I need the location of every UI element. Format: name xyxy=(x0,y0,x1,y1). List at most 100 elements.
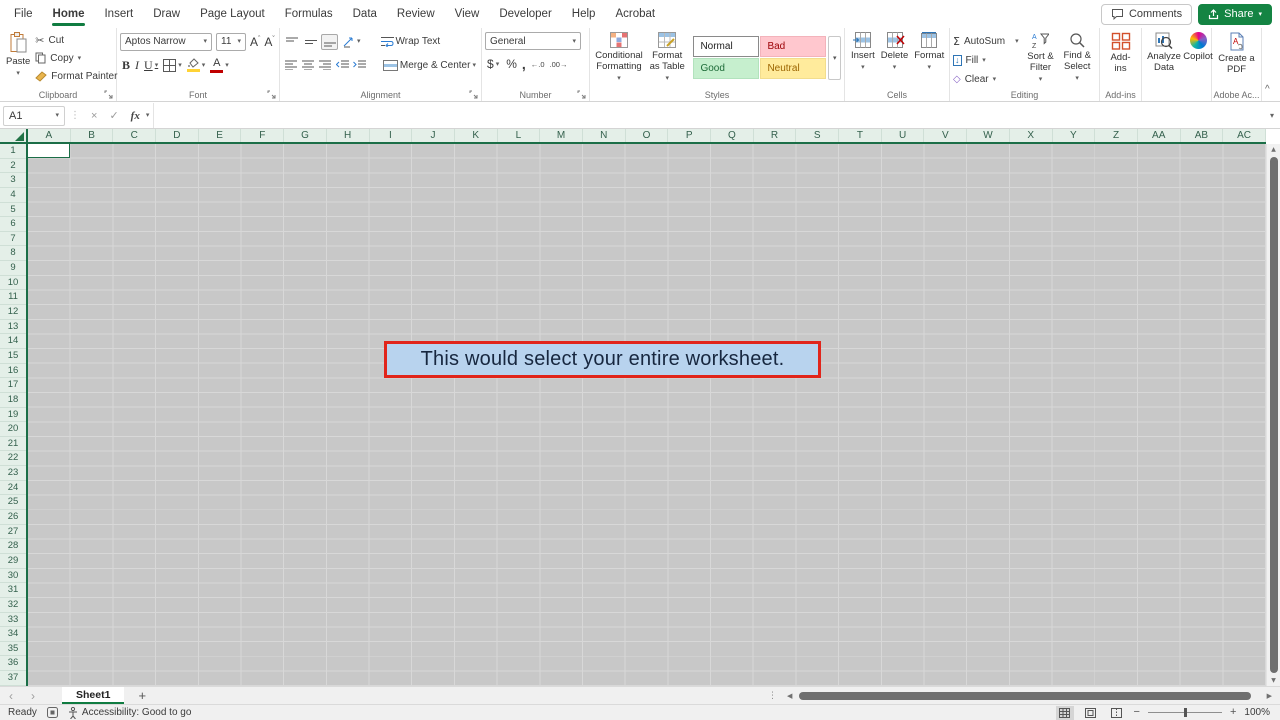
column-header-g[interactable]: G xyxy=(284,129,327,142)
row-header-14[interactable]: 14 xyxy=(0,334,26,349)
menu-tab-formulas[interactable]: Formulas xyxy=(275,0,343,28)
column-header-s[interactable]: S xyxy=(796,129,840,142)
row-header-5[interactable]: 5 xyxy=(0,203,26,218)
row-header-22[interactable]: 22 xyxy=(0,451,26,467)
align-left-button[interactable] xyxy=(283,57,298,73)
format-painter-button[interactable]: Format Painter xyxy=(35,67,117,85)
menu-tab-page-layout[interactable]: Page Layout xyxy=(190,0,275,28)
comma-style-button[interactable]: , xyxy=(522,56,526,72)
menu-tab-insert[interactable]: Insert xyxy=(94,0,143,28)
analyze-data-button[interactable]: Analyze Data xyxy=(1145,31,1183,88)
conditional-formatting-button[interactable]: Conditional Formatting ▾ xyxy=(593,31,645,88)
column-header-m[interactable]: M xyxy=(540,129,583,142)
create-pdf-button[interactable]: A Create a PDF xyxy=(1215,31,1258,88)
decrease-indent-button[interactable] xyxy=(335,57,350,73)
new-sheet-button[interactable]: + xyxy=(124,688,160,703)
number-format-select[interactable]: General ▾ xyxy=(485,32,581,50)
collapse-ribbon-button[interactable]: ^ xyxy=(1265,84,1270,95)
column-header-z[interactable]: Z xyxy=(1095,129,1138,142)
formula-input[interactable] xyxy=(153,103,1264,128)
formula-bar-drag-handle[interactable]: ⋮ xyxy=(65,110,85,121)
clear-button[interactable]: ◇ Clear ▾ xyxy=(953,70,1019,88)
addins-button[interactable]: Add-ins xyxy=(1103,31,1138,88)
percent-style-button[interactable]: % xyxy=(506,57,517,71)
column-header-e[interactable]: E xyxy=(199,129,242,142)
row-header-21[interactable]: 21 xyxy=(0,437,26,452)
cell-style-normal[interactable]: Normal xyxy=(693,36,760,57)
row-header-7[interactable]: 7 xyxy=(0,232,26,247)
column-header-h[interactable]: H xyxy=(327,129,370,142)
delete-cells-button[interactable]: Delete ▾ xyxy=(878,31,911,88)
column-header-i[interactable]: I xyxy=(370,129,413,142)
align-middle-button[interactable] xyxy=(302,34,319,50)
row-header-10[interactable]: 10 xyxy=(0,276,26,291)
cell-style-good[interactable]: Good xyxy=(693,58,760,79)
accounting-format-button[interactable]: $ ▾ xyxy=(485,55,501,73)
row-header-28[interactable]: 28 xyxy=(0,539,26,554)
zoom-out-button[interactable]: − xyxy=(1134,707,1140,718)
column-header-q[interactable]: Q xyxy=(711,129,754,142)
row-header-6[interactable]: 6 xyxy=(0,217,26,232)
zoom-in-button[interactable]: + xyxy=(1230,707,1236,718)
row-header-4[interactable]: 4 xyxy=(0,188,26,203)
align-bottom-button[interactable] xyxy=(321,33,338,50)
orientation-button[interactable]: ▾ xyxy=(340,33,363,51)
cell-style-bad[interactable]: Bad xyxy=(760,36,827,57)
next-sheet-button[interactable]: › xyxy=(22,690,44,702)
column-header-f[interactable]: F xyxy=(241,129,285,142)
accessibility-status[interactable]: Accessibility: Good to go xyxy=(68,706,191,719)
align-center-button[interactable] xyxy=(300,57,315,73)
copilot-button[interactable]: Copilot xyxy=(1183,31,1213,88)
share-button[interactable]: Share ▾ xyxy=(1198,3,1272,25)
decrease-decimal-button[interactable]: .00→ xyxy=(550,60,568,69)
menu-tab-data[interactable]: Data xyxy=(343,0,387,28)
insert-function-button[interactable]: fx xyxy=(125,110,146,122)
menu-tab-help[interactable]: Help xyxy=(562,0,606,28)
italic-button[interactable]: I xyxy=(133,56,141,74)
scroll-right-icon[interactable]: ▶ xyxy=(1263,692,1276,700)
column-header-b[interactable]: B xyxy=(71,129,114,142)
column-header-ac[interactable]: AC xyxy=(1223,129,1266,142)
cut-button[interactable]: ✂ Cut xyxy=(35,31,117,49)
wrap-text-button[interactable]: Wrap Text xyxy=(379,33,443,51)
column-header-t[interactable]: T xyxy=(839,129,882,142)
column-header-c[interactable]: C xyxy=(113,129,157,142)
row-header-16[interactable]: 16 xyxy=(0,364,26,379)
column-header-v[interactable]: V xyxy=(924,129,968,142)
row-header-35[interactable]: 35 xyxy=(0,642,26,657)
row-header-32[interactable]: 32 xyxy=(0,598,26,613)
page-layout-view-button[interactable] xyxy=(1082,706,1100,720)
horizontal-scrollbar[interactable]: ⋮ ◀ ▶ xyxy=(762,689,1276,702)
row-header-20[interactable]: 20 xyxy=(0,422,26,437)
column-header-o[interactable]: O xyxy=(626,129,669,142)
row-header-34[interactable]: 34 xyxy=(0,627,26,642)
row-header-12[interactable]: 12 xyxy=(0,305,26,320)
row-header-29[interactable]: 29 xyxy=(0,554,26,569)
column-header-aa[interactable]: AA xyxy=(1138,129,1181,142)
paste-button[interactable]: Paste ▾ xyxy=(3,31,33,88)
macro-record-icon[interactable] xyxy=(46,707,58,718)
menu-tab-view[interactable]: View xyxy=(445,0,490,28)
name-box[interactable]: A1 ▾ xyxy=(3,105,65,126)
column-header-u[interactable]: U xyxy=(882,129,925,142)
font-color-button[interactable]: A ▾ xyxy=(208,56,231,74)
column-header-x[interactable]: X xyxy=(1010,129,1053,142)
column-header-w[interactable]: W xyxy=(967,129,1010,142)
font-dialog-launcher[interactable] xyxy=(267,90,276,99)
menu-tab-file[interactable]: File xyxy=(4,0,43,28)
row-header-19[interactable]: 19 xyxy=(0,408,26,423)
zoom-level[interactable]: 100% xyxy=(1244,707,1270,718)
sheet-tab-sheet1[interactable]: Sheet1 xyxy=(62,687,125,704)
menu-tab-developer[interactable]: Developer xyxy=(489,0,561,28)
row-header-33[interactable]: 33 xyxy=(0,613,26,628)
vertical-scrollbar-thumb[interactable] xyxy=(1270,157,1278,673)
menu-tab-home[interactable]: Home xyxy=(43,0,95,28)
borders-button[interactable]: ▾ xyxy=(161,56,184,74)
styles-gallery-more-button[interactable]: ▾ xyxy=(828,36,841,80)
scroll-down-icon[interactable]: ▼ xyxy=(1267,677,1280,684)
column-header-n[interactable]: N xyxy=(583,129,626,142)
horizontal-scrollbar-track[interactable] xyxy=(796,691,1262,701)
increase-indent-button[interactable] xyxy=(352,57,367,73)
bold-button[interactable]: B xyxy=(120,56,132,74)
cell-style-neutral[interactable]: Neutral xyxy=(760,58,827,79)
